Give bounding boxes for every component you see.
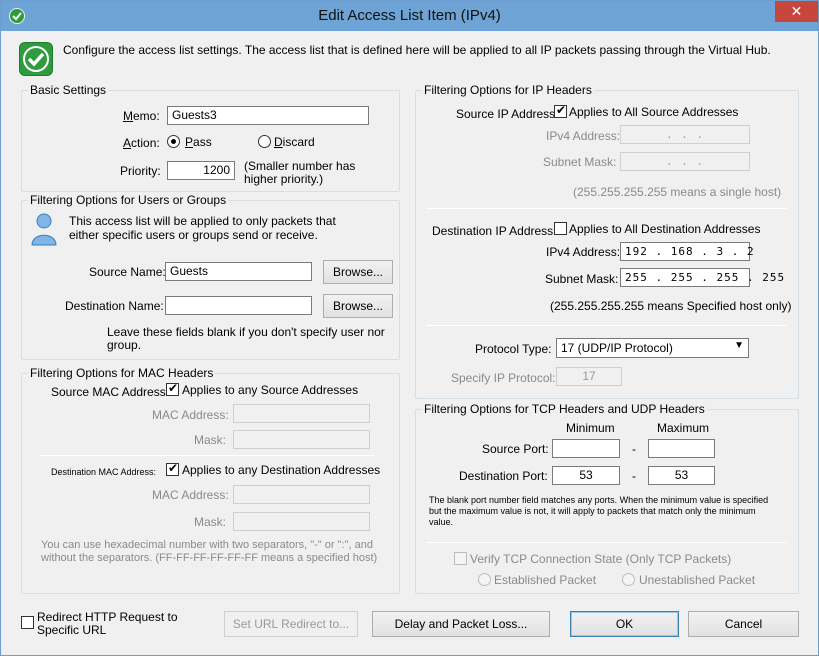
config-check-icon bbox=[19, 42, 53, 76]
chevron-down-icon: ▼ bbox=[734, 340, 744, 351]
users-note: Leave these fields blank if you don't sp… bbox=[107, 325, 385, 352]
source-port-max-field[interactable] bbox=[648, 439, 715, 458]
discard-label[interactable]: Discard bbox=[274, 135, 315, 149]
unestablished-radio[interactable] bbox=[622, 573, 635, 586]
dst-ipv4-label: IPv4 Address: bbox=[546, 245, 621, 259]
memo-field[interactable]: Guests3 bbox=[167, 106, 369, 125]
src-mac-any-label[interactable]: Applies to any Source Addresses bbox=[182, 383, 358, 397]
priority-field[interactable]: 1200 bbox=[167, 161, 235, 180]
src-mac-any-checkbox[interactable]: ✔ bbox=[166, 381, 179, 396]
close-button[interactable]: ✕ bbox=[775, 1, 818, 22]
src-mac-address-field[interactable] bbox=[233, 404, 370, 423]
established-radio[interactable] bbox=[478, 573, 491, 586]
specify-protocol-label: Specify IP Protocol: bbox=[451, 371, 556, 385]
dest-port-label: Destination Port: bbox=[459, 469, 548, 483]
dst-mac-label: Destination MAC Address: bbox=[51, 467, 157, 477]
dest-port-max-field[interactable]: 53 bbox=[648, 466, 715, 485]
src-mask-label: Subnet Mask: bbox=[543, 155, 617, 169]
maximum-label: Maximum bbox=[657, 421, 710, 435]
src-mask-field[interactable]: . . . bbox=[620, 152, 750, 171]
dst-mask-field[interactable]: 255 . 255 . 255 . 255 bbox=[620, 268, 784, 287]
ip-divider-1 bbox=[426, 208, 787, 209]
users-desc: This access list will be applied to only… bbox=[69, 214, 336, 242]
browse-source-button[interactable]: Browse... bbox=[323, 260, 393, 284]
mask-label-1: Mask: bbox=[194, 433, 227, 447]
ip-divider-2 bbox=[426, 325, 787, 326]
src-ip-all-label[interactable]: Applies to All Source Addresses bbox=[569, 105, 738, 119]
dest-name-field[interactable] bbox=[165, 296, 312, 315]
pass-label[interactable]: Pass bbox=[185, 135, 212, 149]
source-port-label: Source Port: bbox=[482, 442, 549, 456]
user-icon bbox=[29, 212, 59, 246]
dst-ipv4-field[interactable]: 192 . 168 . 3 . 2 bbox=[620, 242, 754, 261]
mac-address-label-2: MAC Address: bbox=[152, 488, 229, 502]
src-ip-label: Source IP Address: bbox=[456, 107, 559, 121]
src-mac-mask-field[interactable] bbox=[233, 430, 370, 449]
title-bar: Edit Access List Item (IPv4) ✕ bbox=[1, 1, 818, 31]
browse-dest-button[interactable]: Browse... bbox=[323, 294, 393, 318]
dest-port-min-field[interactable]: 53 bbox=[552, 466, 620, 485]
dest-port-dash: - bbox=[632, 469, 636, 483]
dst-mac-any-checkbox[interactable]: ✔ bbox=[166, 461, 179, 476]
users-groups-title: Filtering Options for Users or Groups bbox=[28, 193, 229, 207]
dialog-client: Configure the access list settings. The … bbox=[8, 32, 812, 650]
source-port-min-field[interactable] bbox=[552, 439, 620, 458]
src-ipv4-field[interactable]: . . . bbox=[620, 125, 750, 144]
source-port-dash: - bbox=[632, 442, 636, 456]
priority-note: (Smaller number has higher priority.) bbox=[244, 159, 356, 186]
dst-ip-note: (255.255.255.255 means Specified host on… bbox=[550, 299, 792, 313]
dst-ip-label: Destination IP Address: bbox=[432, 224, 557, 238]
dest-name-label: Destination Name: bbox=[65, 299, 164, 313]
protocol-type-label: Protocol Type: bbox=[475, 342, 552, 356]
dst-mask-label: Subnet Mask: bbox=[545, 272, 619, 286]
port-note: The blank port number field matches any … bbox=[429, 495, 769, 527]
mac-address-label-1: MAC Address: bbox=[152, 408, 229, 422]
dst-mac-mask-field[interactable] bbox=[233, 512, 370, 531]
specify-protocol-field[interactable]: 17 bbox=[556, 367, 622, 386]
dialog-window: Edit Access List Item (IPv4) ✕ Configure… bbox=[0, 0, 819, 656]
set-url-redirect-button[interactable]: Set URL Redirect to... bbox=[224, 611, 358, 637]
basic-settings-title: Basic Settings bbox=[28, 83, 109, 97]
window-title: Edit Access List Item (IPv4) bbox=[318, 7, 501, 24]
mac-headers-title: Filtering Options for MAC Headers bbox=[28, 366, 216, 380]
redirect-http-checkbox[interactable] bbox=[21, 616, 34, 629]
src-mac-label: Source MAC Address: bbox=[51, 385, 170, 399]
mask-label-2: Mask: bbox=[194, 515, 227, 529]
dst-ip-all-checkbox[interactable] bbox=[554, 222, 567, 235]
redirect-http-label[interactable]: Redirect HTTP Request to Specific URL bbox=[37, 611, 222, 637]
tcp-udp-title: Filtering Options for TCP Headers and UD… bbox=[422, 402, 707, 416]
unestablished-label[interactable]: Unestablished Packet bbox=[639, 573, 755, 587]
source-name-field[interactable]: Guests bbox=[165, 262, 312, 281]
memo-label: Memo: bbox=[123, 109, 160, 123]
ip-headers-title: Filtering Options for IP Headers bbox=[422, 83, 594, 97]
cancel-button[interactable]: Cancel bbox=[688, 611, 799, 637]
discard-radio[interactable] bbox=[258, 135, 271, 148]
verify-tcp-label[interactable]: Verify TCP Connection State (Only TCP Pa… bbox=[470, 552, 731, 566]
verify-tcp-checkbox[interactable] bbox=[454, 552, 467, 565]
established-label[interactable]: Established Packet bbox=[494, 573, 596, 587]
source-name-label: Source Name: bbox=[89, 265, 166, 279]
dst-mac-any-label[interactable]: Applies to any Destination Addresses bbox=[182, 463, 380, 477]
tcp-divider bbox=[426, 542, 787, 543]
priority-label: Priority: bbox=[120, 164, 161, 178]
mac-note: You can use hexadecimal number with two … bbox=[41, 539, 378, 564]
protocol-type-select[interactable]: 17 (UDP/IP Protocol) ▼ bbox=[556, 338, 749, 358]
pass-radio[interactable] bbox=[167, 135, 180, 148]
src-ipv4-label: IPv4 Address: bbox=[546, 129, 621, 143]
dst-ip-all-label[interactable]: Applies to All Destination Addresses bbox=[569, 222, 760, 236]
minimum-label: Minimum bbox=[566, 421, 615, 435]
dst-mac-address-field[interactable] bbox=[233, 485, 370, 504]
src-ip-note: (255.255.255.255 means a single host) bbox=[573, 185, 782, 199]
protocol-type-value: 17 (UDP/IP Protocol) bbox=[561, 341, 673, 355]
intro-text: Configure the access list settings. The … bbox=[63, 43, 771, 57]
delay-packet-loss-button[interactable]: Delay and Packet Loss... bbox=[372, 611, 550, 637]
mac-divider bbox=[41, 455, 374, 456]
ok-button[interactable]: OK bbox=[570, 611, 679, 637]
action-label: Action: bbox=[123, 136, 160, 150]
src-ip-all-checkbox[interactable]: ✔ bbox=[554, 103, 567, 118]
